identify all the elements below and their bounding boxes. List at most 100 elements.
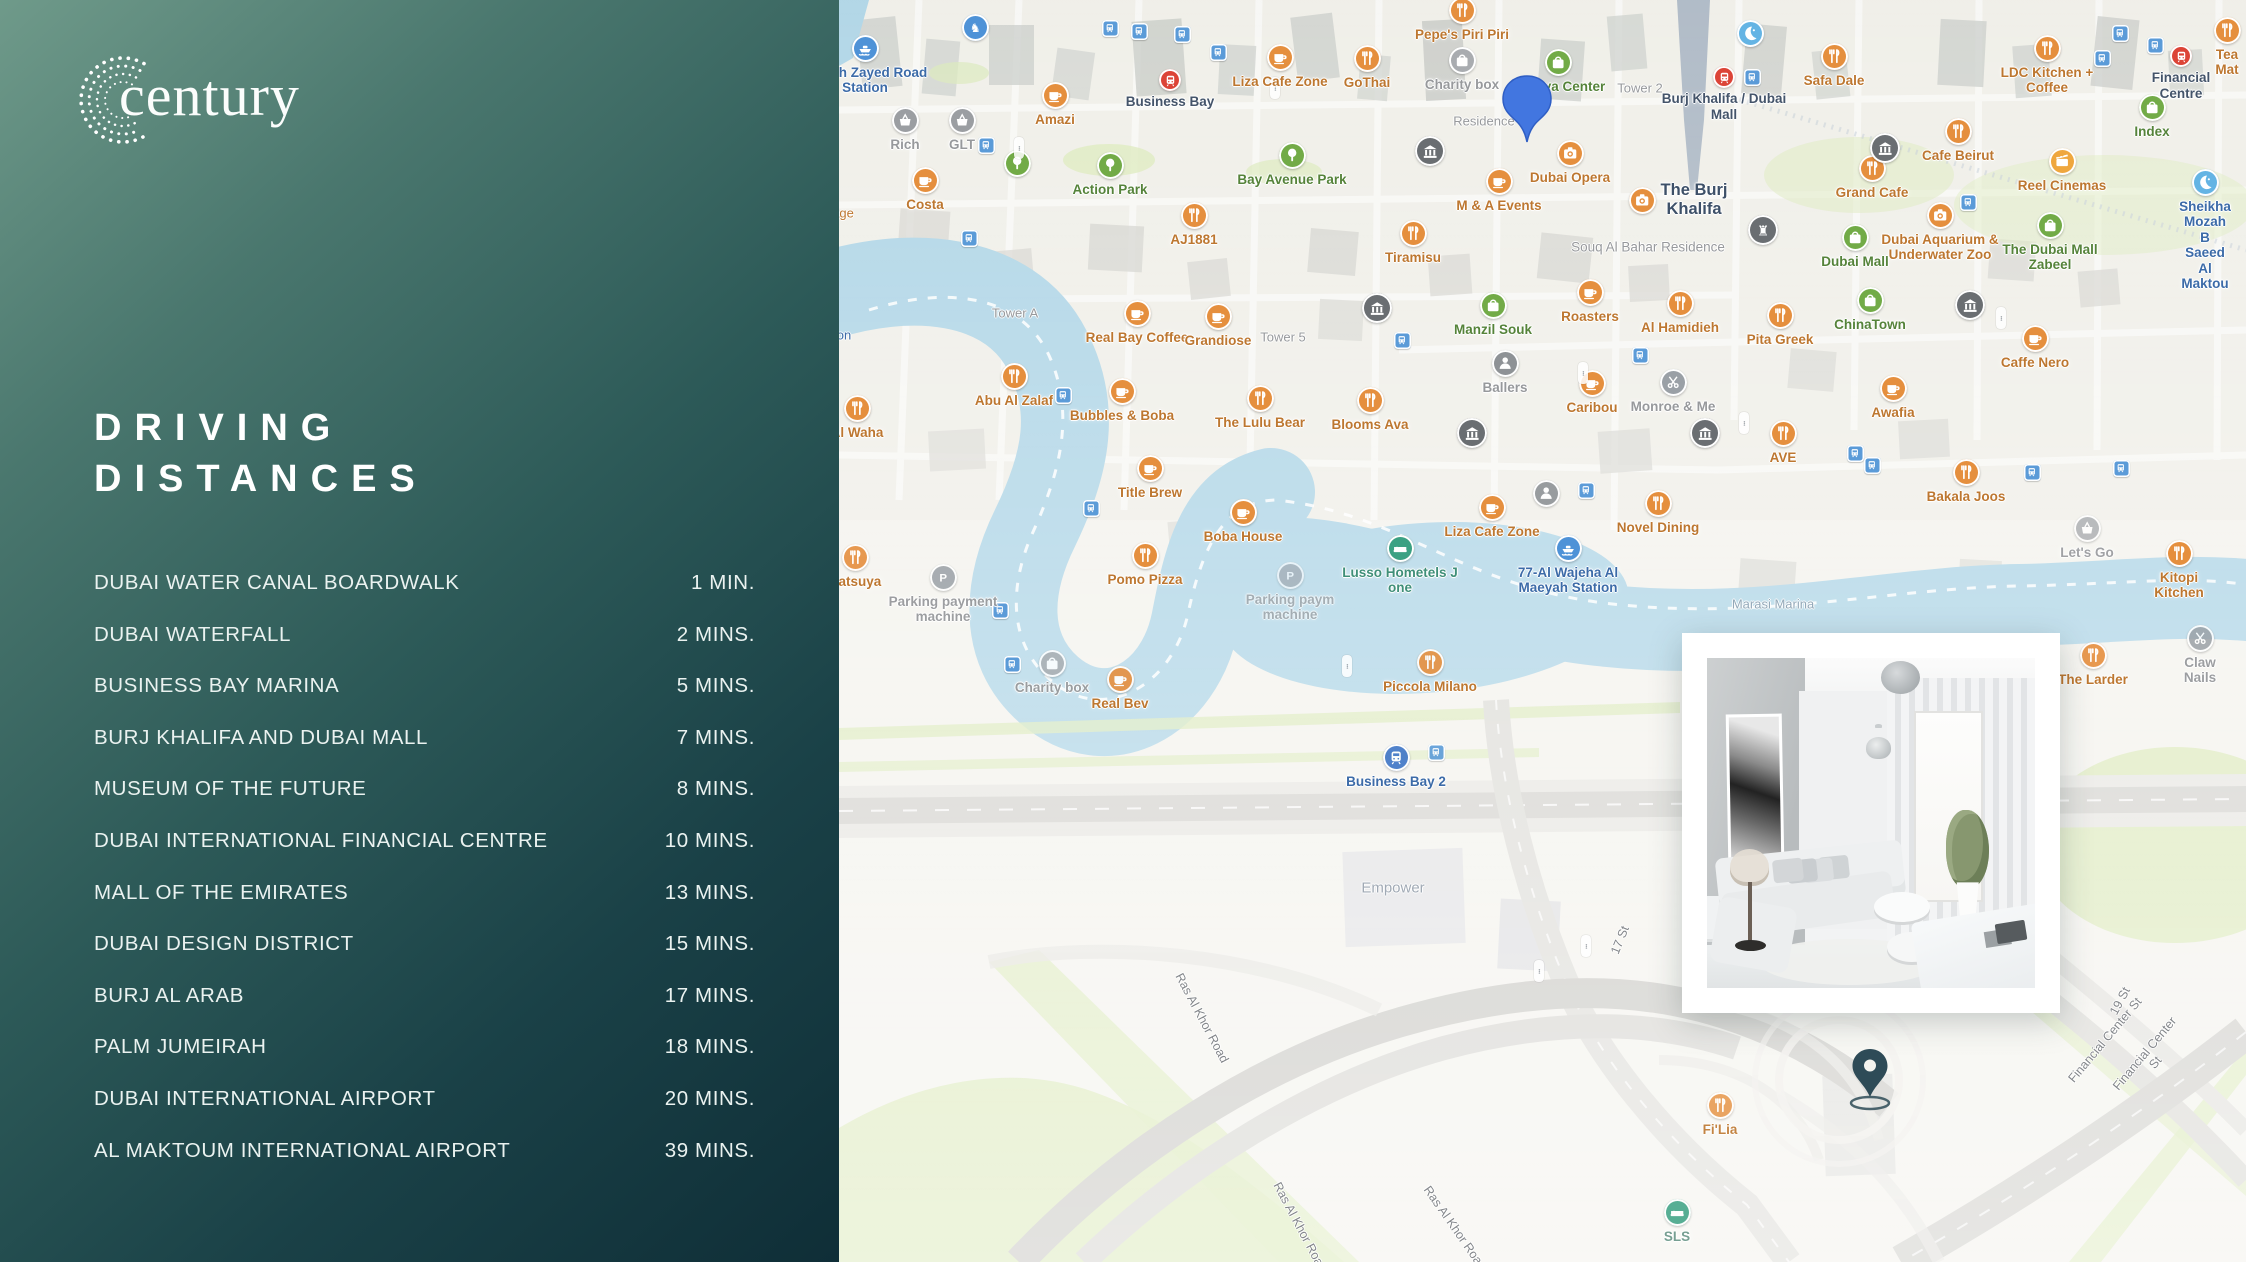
map-poi-al-waha-icon[interactable] (844, 395, 871, 422)
map-poi-bakala-joos-icon[interactable] (1953, 459, 1980, 486)
distance-row: BURJ KHALIFA AND DUBAI MALL 7 MINS. (94, 723, 755, 753)
map-poi-roasters-icon[interactable] (1577, 279, 1604, 306)
map-poi-tiramisu-icon[interactable] (1400, 220, 1427, 247)
map-poi-tea-mat-icon[interactable] (2214, 17, 2241, 44)
map-text-station: Station (839, 328, 851, 343)
map-bus-icon (2024, 464, 2041, 481)
map-bus-icon (1394, 332, 1411, 349)
map-poi-lusso-hometels-j-icon[interactable] (1387, 535, 1414, 562)
map-poi-the-lulu-bear-icon[interactable] (1247, 385, 1274, 412)
map-poi-blooms-ava-icon[interactable] (1357, 387, 1384, 414)
map-label-blooms-ava: Blooms Ava (1331, 417, 1408, 433)
map-label-grandiose: Grandiose (1185, 333, 1252, 349)
map-poi-safa-dale-icon[interactable] (1821, 43, 1848, 70)
map-label-parking-payment: Parking payment machine (889, 594, 998, 625)
map-poi-burj-khalifa-dubai-icon[interactable] (1713, 66, 1735, 88)
map-poi-cafe-beirut-icon[interactable] (1945, 118, 1972, 145)
map-label-sheikh-zayed-road: Sheikh Zayed Road Station (839, 65, 927, 96)
map-label-safa-dale: Safa Dale (1804, 73, 1865, 89)
map-poi-glt-icon[interactable] (949, 107, 976, 134)
map-poi-action-park-icon[interactable] (1097, 152, 1124, 179)
map-bus-icon (1174, 26, 1191, 43)
photo-sofa-cushions (1771, 858, 1803, 884)
map-poi-the-dubai-mall-icon[interactable] (2037, 212, 2064, 239)
map-label-ballers: Ballers (1482, 380, 1527, 396)
map-poi-title-brew-icon[interactable] (1137, 455, 1164, 482)
svg-text:♜: ♜ (1757, 223, 1769, 239)
map-poi-77-al-wajeha-al-icon[interactable] (1555, 535, 1582, 562)
map-poi-pomo-pizza-icon[interactable] (1132, 542, 1159, 569)
map-label-tiramisu: Tiramisu (1385, 250, 1441, 266)
map-poi-chinatown-icon[interactable] (1857, 287, 1884, 314)
map-bus-icon (1055, 387, 1072, 404)
map-poi-liza-cafe-zone-icon[interactable] (1267, 44, 1294, 71)
map-poi-amazi-icon[interactable] (1042, 82, 1069, 109)
distance-row: DUBAI WATER CANAL BOARDWALK 1 MIN. (94, 568, 755, 598)
distance-row: MALL OF THE EMIRATES 13 MINS. (94, 878, 755, 908)
map-poi-gothai-icon[interactable] (1354, 45, 1381, 72)
map-poi-parking-paym-icon[interactable]: P (1277, 562, 1304, 589)
map-poi-fi-lia-icon[interactable] (1707, 1092, 1734, 1119)
map-poi-ballers-icon[interactable] (1492, 350, 1519, 377)
map-poi-al-hamidieh-icon[interactable] (1667, 290, 1694, 317)
map-poi-liza-cafe-zone-icon[interactable] (1479, 494, 1506, 521)
map-label-novel-dining: Novel Dining (1617, 520, 1700, 536)
map-poi-ldc-kitchen-icon[interactable] (2034, 35, 2061, 62)
map-poi-awafia-icon[interactable] (1880, 375, 1907, 402)
map-bus-icon (1960, 194, 1977, 211)
map-poi-bay-avenue-park-icon[interactable] (1279, 142, 1306, 169)
map-poi-pepe-s-piri-piri-icon[interactable] (1449, 0, 1476, 24)
map-poi-kitopi-kitchen-icon[interactable] (2166, 540, 2193, 567)
map-poi-charity-box-icon[interactable] (1039, 650, 1066, 677)
map-poi-dubai-mall-icon[interactable] (1842, 224, 1869, 251)
distance-time-value: 39 MINS. (665, 1139, 755, 1163)
map-rook-icon: ♜ (1748, 215, 1778, 245)
map-poi-reel-cinemas-icon[interactable] (2049, 148, 2076, 175)
map-label-charity-box: Charity box (1015, 680, 1089, 696)
map-poi-the-burj-icon[interactable] (1629, 187, 1656, 214)
map-poi-costa-icon[interactable] (912, 167, 939, 194)
map-poi-grandiose-icon[interactable] (1205, 303, 1232, 330)
map-poi-real-bay-coffee-icon[interactable] (1124, 300, 1151, 327)
map-poi-aj1881-icon[interactable] (1181, 202, 1208, 229)
map-poi-monroe-me-icon[interactable] (1660, 369, 1687, 396)
map-poi-let-s-go-icon[interactable] (2074, 515, 2101, 542)
map-poi-parking-payment-icon[interactable]: P (930, 564, 957, 591)
map-poi-boba-house-icon[interactable] (1230, 499, 1257, 526)
map-poi-bubbles-boba-icon[interactable] (1109, 378, 1136, 405)
map-poi-the-larder-icon[interactable] (2080, 642, 2107, 669)
map-poi-charity-box-icon[interactable] (1449, 47, 1476, 74)
map-poi-claw-nails-icon[interactable] (2187, 625, 2214, 652)
distance-place-label: BURJ AL ARAB (94, 984, 244, 1008)
map-poi-dubai-aquarium-icon[interactable] (1927, 202, 1954, 229)
map-poi-abu-al-zalaf-icon[interactable] (1001, 363, 1028, 390)
city-map[interactable]: Sheikh Zayed Road Station♞AmaziBusiness … (839, 0, 2246, 1262)
map-poi-caffe-nero-icon[interactable] (2022, 325, 2049, 352)
map-poi-sheikha-mozah-b-icon[interactable] (2192, 169, 2219, 196)
map-poi-manzil-souk-icon[interactable] (1480, 292, 1507, 319)
map-poi-m-a-events-icon[interactable] (1486, 168, 1513, 195)
map-poi-piccola-milano-icon[interactable] (1417, 649, 1444, 676)
map-person-icon (1533, 480, 1560, 507)
map-poi-financial-centre-icon[interactable] (2170, 45, 2192, 67)
map-poi-novel-dining-icon[interactable] (1645, 490, 1672, 517)
map-poi-sls-icon[interactable] (1664, 1199, 1691, 1226)
property-location-pin-icon[interactable] (1840, 1045, 1900, 1115)
map-poi-real-bev-icon[interactable] (1107, 666, 1134, 693)
map-poi-katsuya-icon[interactable] (842, 544, 869, 571)
map-poi-ave-icon[interactable] (1770, 420, 1797, 447)
distance-place-label: BURJ KHALIFA AND DUBAI MALL (94, 726, 428, 750)
map-poi-pita-greek-icon[interactable] (1767, 302, 1794, 329)
map-poi-dubai-opera-icon[interactable] (1557, 140, 1584, 167)
map-poi-rich-icon[interactable] (892, 107, 919, 134)
map-poi-sheikh-zayed-road-icon[interactable] (852, 35, 879, 62)
distance-time-value: 15 MINS. (665, 932, 755, 956)
map-poi-business-bay-2-icon[interactable] (1383, 744, 1410, 771)
map-poi-business-bay-icon[interactable] (1159, 69, 1181, 91)
map-poi-mazaya-center-icon[interactable] (1545, 49, 1572, 76)
distance-place-label: BUSINESS BAY MARINA (94, 674, 339, 698)
map-label-index: Index (2134, 124, 2169, 140)
destination-pin-icon[interactable] (1499, 74, 1555, 146)
map-lights-icon (1342, 655, 1352, 677)
map-monument-icon (1955, 290, 1985, 320)
